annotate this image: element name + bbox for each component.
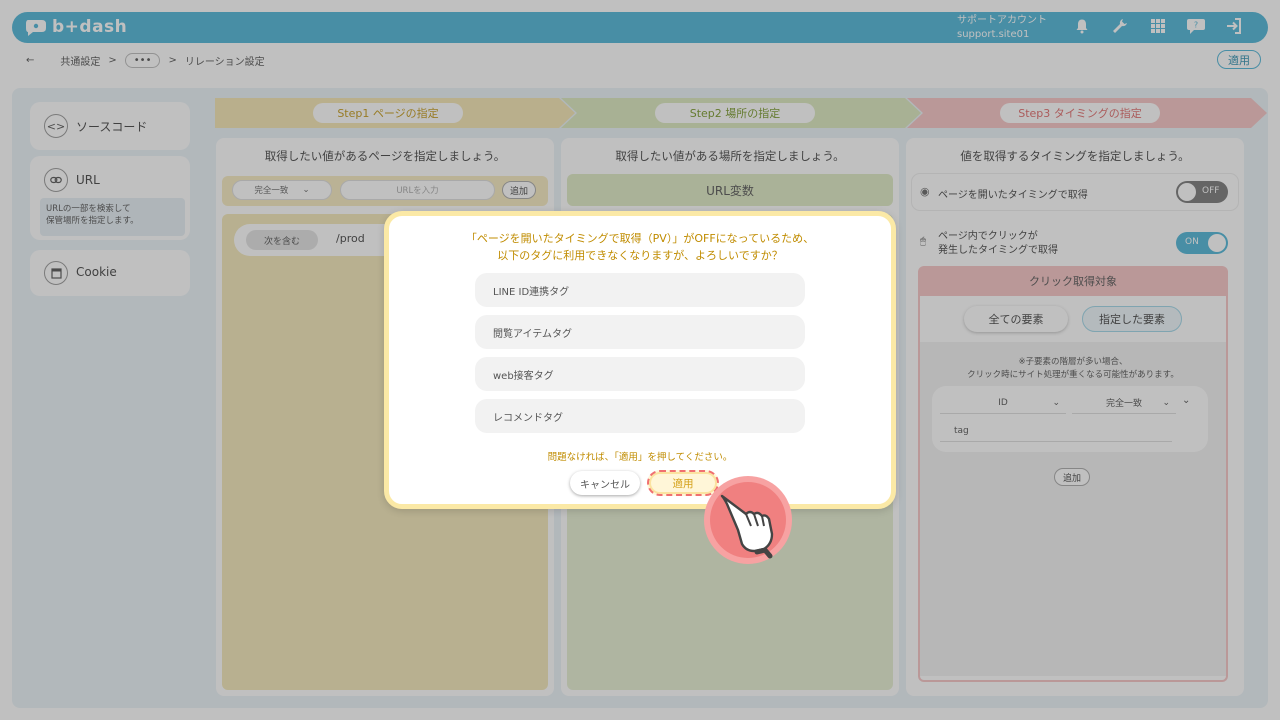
affected-tag-item: レコメンドタグ bbox=[475, 399, 805, 433]
affected-tag-item: web接客タグ bbox=[475, 357, 805, 391]
pointing-hand-icon bbox=[704, 476, 792, 564]
affected-tag-item: 閲覧アイテムタグ bbox=[475, 315, 805, 349]
dialog-note: 問題なければ、「適用」を押してください。 bbox=[547, 452, 733, 463]
confirm-dialog: 「ページを開いたタイミングで取得（PV）」がOFFになっているため、 以下のタグ… bbox=[384, 211, 896, 509]
dialog-message: 「ページを開いたタイミングで取得（PV）」がOFFになっているため、 以下のタグ… bbox=[465, 232, 815, 262]
cancel-button[interactable]: キャンセル bbox=[570, 471, 640, 495]
affected-tag-item: LINE ID連携タグ bbox=[475, 273, 805, 307]
